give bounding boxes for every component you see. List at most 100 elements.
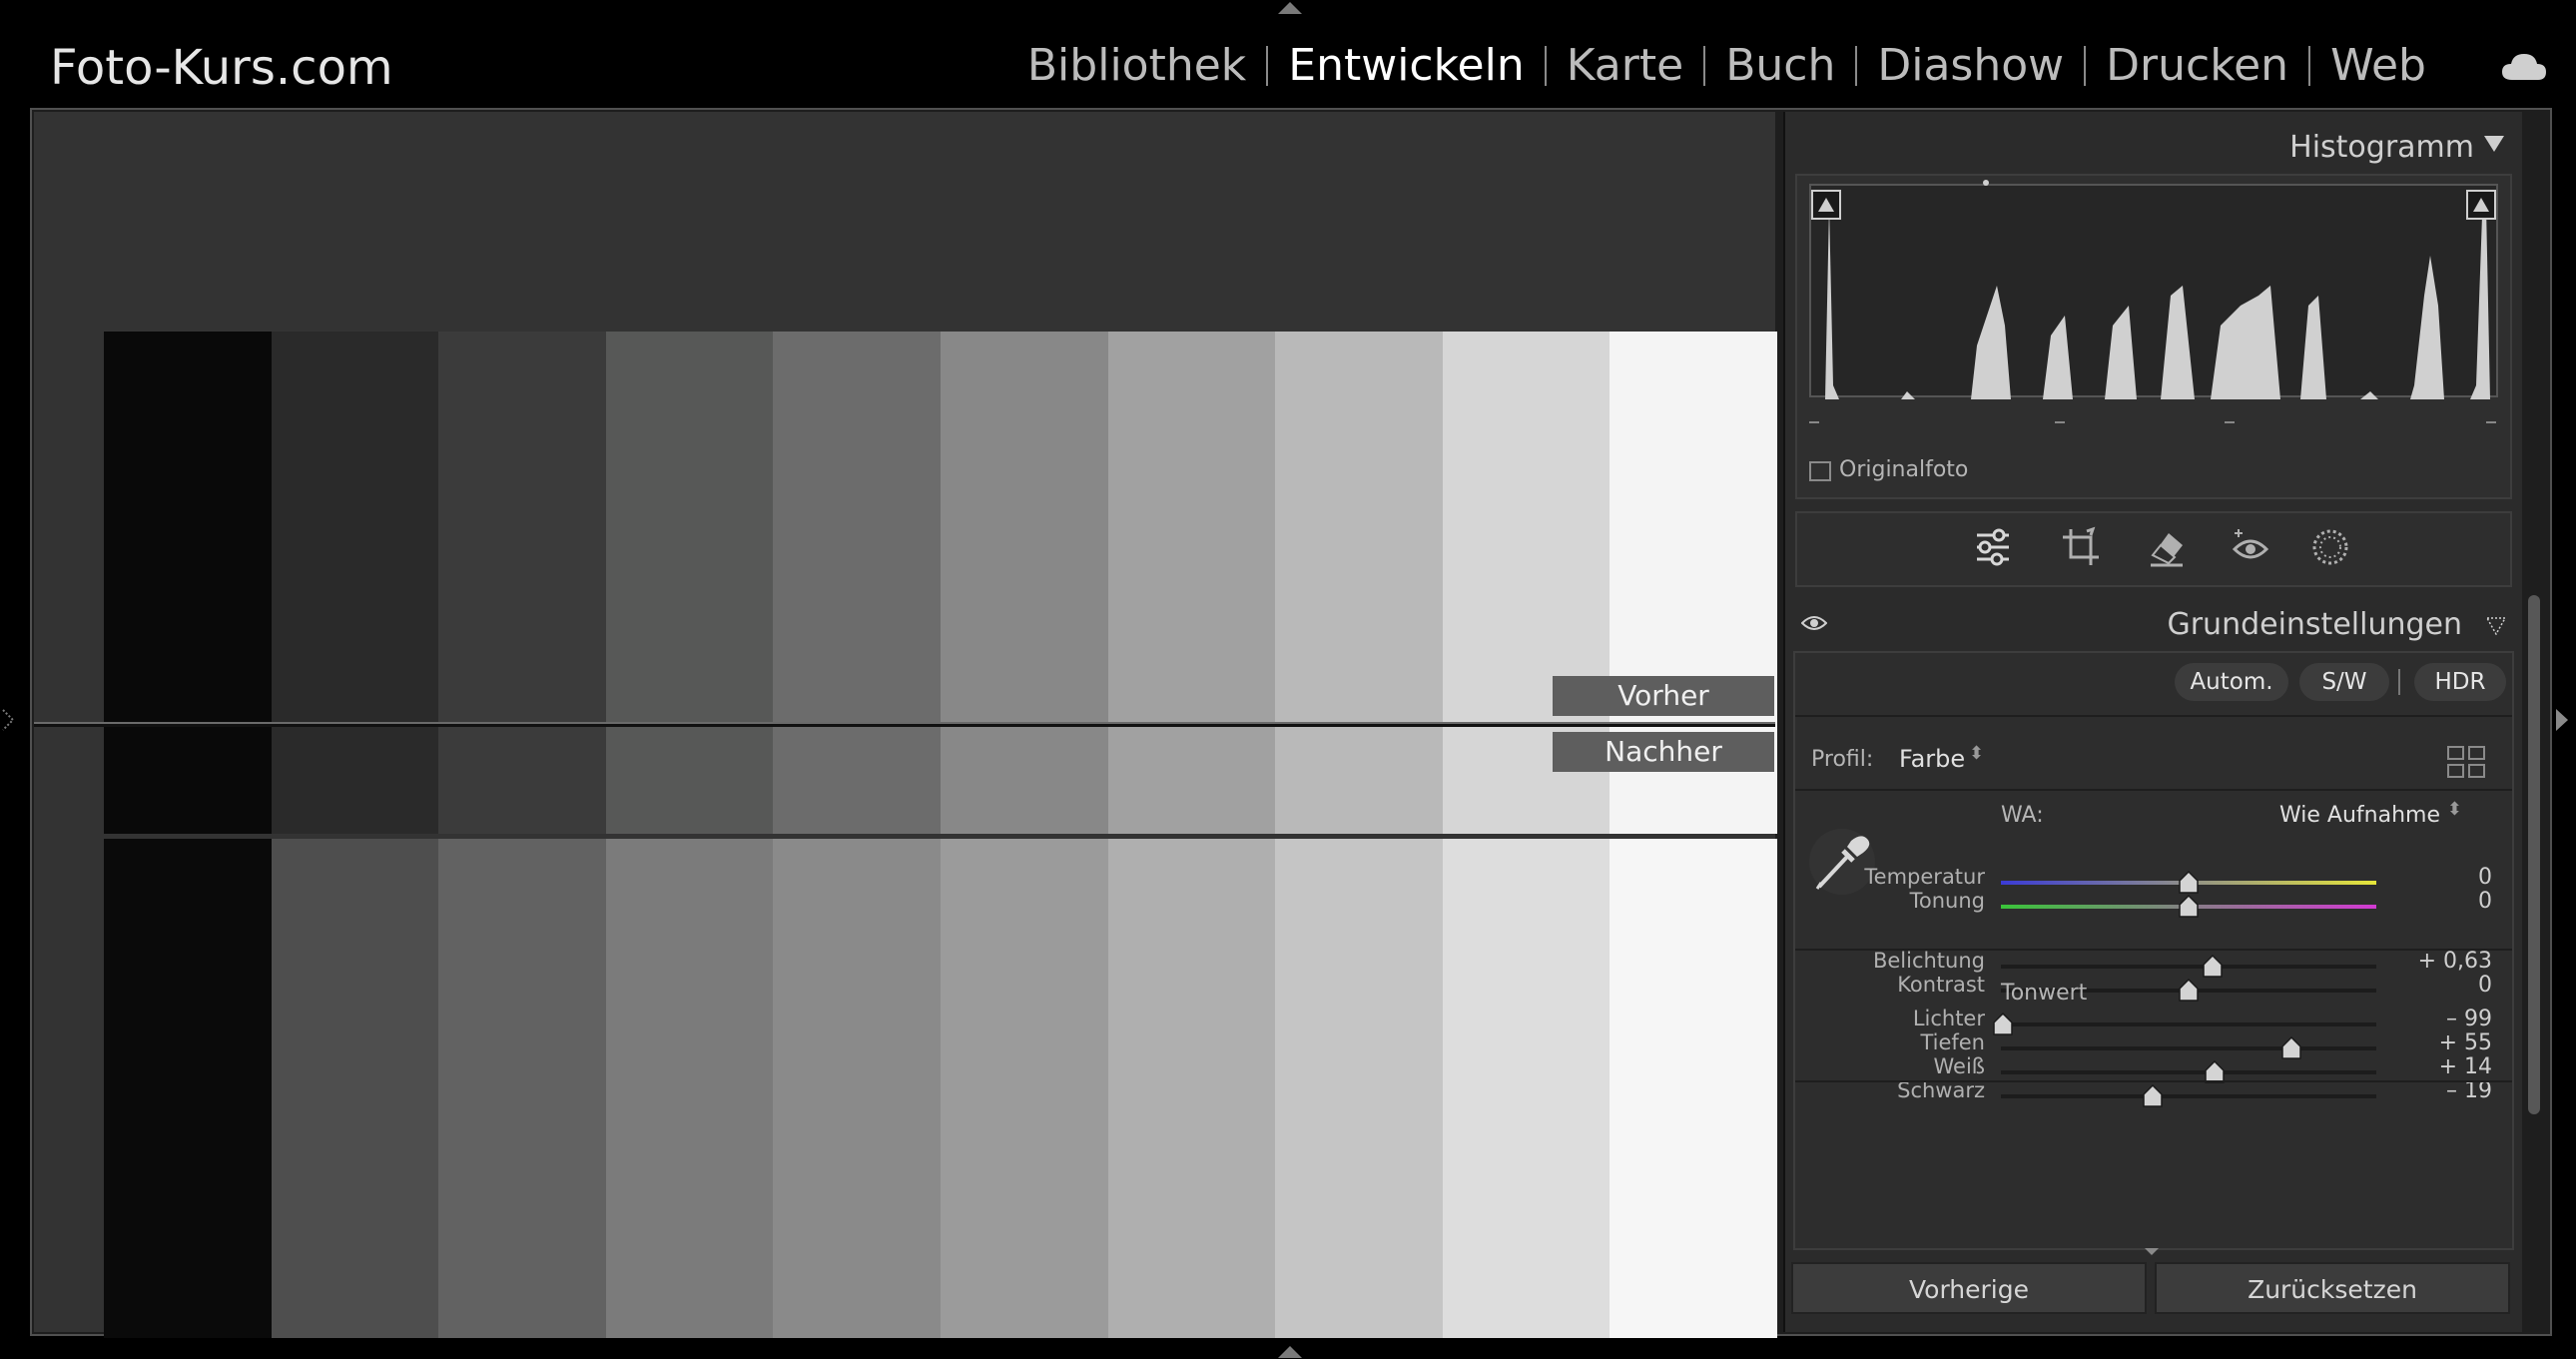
slider-label-lichter: Lichter	[1912, 1007, 1985, 1030]
highlight-clipping-icon	[2473, 198, 2489, 212]
module-drucken[interactable]: Drucken	[2086, 40, 2308, 91]
histogram-tick	[1809, 421, 1819, 423]
button-separator	[2398, 669, 2400, 695]
right-panel-toggle-icon[interactable]	[2556, 709, 2568, 731]
row-separator	[1795, 1080, 2512, 1082]
basic-panel-title[interactable]: Grundeinstellungen	[2167, 607, 2462, 642]
after-gray-patch	[605, 839, 774, 1338]
shadow-clipping-toggle[interactable]	[1811, 190, 1841, 220]
slider-label-tiefen: Tiefen	[1920, 1030, 1985, 1054]
eraser-icon[interactable]	[2145, 525, 2189, 569]
sliders-icon[interactable]	[1971, 525, 2015, 569]
slider-track-weiss[interactable]	[2001, 1070, 2376, 1074]
auto-button[interactable]: Autom.	[2175, 663, 2288, 701]
module-bar: Foto-Kurs.com Bibliothek Entwickeln Kart…	[0, 0, 2576, 108]
slider-label-kontrast: Kontrast	[1897, 973, 1985, 997]
after-gray-patch	[1442, 839, 1610, 1338]
active-tool-indicator	[1983, 180, 1989, 186]
slider-value-kontrast[interactable]: 0	[2478, 973, 2492, 998]
profile-label: Profil:	[1811, 747, 1874, 772]
tone-section-label: Tonwert	[2001, 981, 2088, 1006]
after-gray-patch	[940, 839, 1108, 1338]
histogram-panel-title[interactable]: Histogramm	[2289, 130, 2474, 165]
black-white-button[interactable]: S/W	[2299, 663, 2389, 701]
module-picker: Bibliothek Entwickeln Karte Buch Diashow…	[1007, 40, 2446, 91]
develop-right-panel: Histogramm Originalfoto Grundeinstellung…	[1783, 112, 2540, 1332]
slider-label-temperatur: Temperatur	[1864, 865, 1985, 889]
module-web[interactable]: Web	[2310, 40, 2446, 91]
module-buch[interactable]: Buch	[1705, 40, 1855, 91]
slider-label-weiss: Weiß	[1933, 1054, 1985, 1078]
tool-strip	[1795, 511, 2512, 587]
profile-browser-icon[interactable]	[2446, 745, 2486, 779]
highlight-clipping-toggle[interactable]	[2466, 190, 2496, 220]
previous-settings-button[interactable]: Vorherige	[1791, 1262, 2147, 1314]
before-label: Vorher	[1553, 676, 1774, 716]
after-gray-patch	[773, 839, 941, 1338]
slider-track-schwarz[interactable]	[2001, 1094, 2376, 1098]
white-balance-select[interactable]: Wie Aufnahme	[2279, 803, 2440, 828]
basic-panel: Autom. S/W HDR Profil: Farbe ⬍ WA: Wie A…	[1793, 651, 2514, 1250]
before-gray-patch	[271, 332, 439, 834]
original-photo-checkbox[interactable]	[1809, 461, 1831, 481]
row-separator	[1795, 789, 2512, 791]
histogram-tick	[2486, 421, 2496, 423]
histogram-graph[interactable]	[1809, 184, 2498, 399]
before-gray-patch	[605, 332, 774, 834]
before-gray-patch	[940, 332, 1108, 834]
slider-label-belichtung: Belichtung	[1872, 949, 1985, 973]
slider-value-tonung[interactable]: 0	[2478, 889, 2492, 914]
slider-value-tiefen[interactable]: + 55	[2439, 1030, 2492, 1055]
left-panel-toggle-icon[interactable]	[2, 709, 15, 731]
profile-stepper-icon[interactable]: ⬍	[1969, 743, 1984, 764]
basic-panel-header[interactable]: Grundeinstellungen	[1785, 595, 2524, 651]
after-gray-patch	[104, 839, 272, 1338]
slider-value-lichter[interactable]: – 99	[2446, 1007, 2492, 1031]
cloud-icon[interactable]	[2500, 50, 2548, 82]
white-balance-stepper-icon[interactable]: ⬍	[2447, 799, 2462, 820]
histogram-tick	[2055, 421, 2065, 423]
slider-track-tiefen[interactable]	[2001, 1046, 2376, 1050]
slider-track-lichter[interactable]	[2001, 1022, 2376, 1026]
hdr-button[interactable]: HDR	[2414, 663, 2506, 701]
histogram-tick	[2225, 421, 2235, 423]
module-diashow[interactable]: Diashow	[1857, 40, 2084, 91]
slider-value-temperatur[interactable]: 0	[2478, 865, 2492, 890]
module-entwickeln[interactable]: Entwickeln	[1268, 40, 1544, 91]
before-gray-patch	[1275, 332, 1443, 834]
panel-scrollbar-thumb[interactable]	[2528, 595, 2540, 1114]
row-separator	[1795, 949, 2512, 951]
after-gray-patch	[438, 839, 606, 1338]
shadow-clipping-icon	[1818, 198, 1834, 212]
before-image	[104, 332, 1777, 834]
module-bibliothek[interactable]: Bibliothek	[1007, 40, 1266, 91]
bottom-panel-toggle-icon[interactable]	[1278, 1346, 1302, 1358]
white-balance-label: WA:	[2001, 803, 2044, 828]
original-photo-label[interactable]: Originalfoto	[1839, 457, 1968, 482]
panel-scroll-down-icon[interactable]	[2145, 1248, 2159, 1255]
after-gray-patch	[1107, 839, 1276, 1338]
before-gray-patch	[438, 332, 606, 834]
slider-track-belichtung[interactable]	[2001, 965, 2376, 969]
mask-icon[interactable]	[2308, 525, 2352, 569]
before-gray-patch	[104, 332, 272, 834]
profile-select[interactable]: Farbe	[1899, 745, 1965, 773]
histogram-collapse-icon[interactable]	[2484, 136, 2504, 152]
red-eye-icon[interactable]	[2229, 525, 2272, 569]
before-gray-patch	[1107, 332, 1276, 834]
app-title: Foto-Kurs.com	[50, 40, 393, 96]
basic-collapse-icon[interactable]	[2486, 617, 2506, 635]
after-gray-patch	[1610, 839, 1777, 1338]
module-karte[interactable]: Karte	[1547, 40, 1703, 91]
after-gray-patch	[1275, 839, 1443, 1338]
top-panel-toggle-icon[interactable]	[1278, 2, 1302, 14]
before-after-divider	[34, 722, 1775, 727]
slider-value-belichtung[interactable]: + 0,63	[2418, 949, 2492, 974]
slider-label-tonung: Tonung	[1909, 889, 1985, 913]
eye-icon[interactable]	[1801, 615, 1827, 631]
histogram-curve	[1811, 206, 2490, 399]
reset-button[interactable]: Zurücksetzen	[2155, 1262, 2510, 1314]
row-separator	[1795, 715, 2512, 717]
crop-icon[interactable]	[2059, 525, 2103, 569]
slider-value-weiss[interactable]: + 14	[2439, 1054, 2492, 1079]
